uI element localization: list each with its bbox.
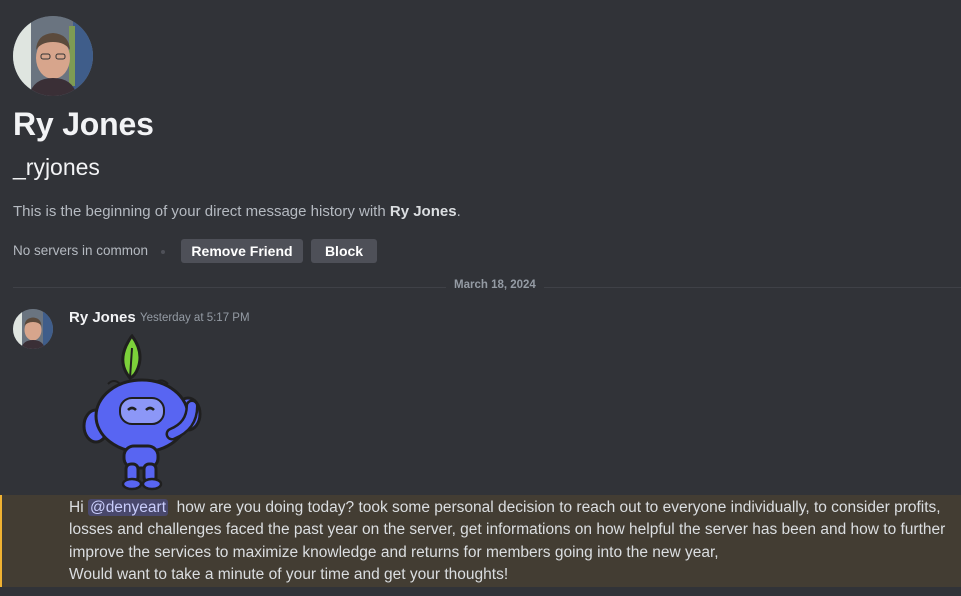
profile-username: _ryjones — [13, 154, 100, 180]
message-author-avatar[interactable] — [13, 309, 53, 349]
intro-suffix: . — [456, 203, 461, 220]
dm-intro-text: This is the beginning of your direct mes… — [13, 203, 461, 220]
message-text-line1: how are you doing today? took some perso… — [69, 499, 950, 561]
message-text-line2: Would want to take a minute of your time… — [69, 565, 509, 583]
user-mention[interactable]: @denyeart — [87, 499, 169, 516]
dm-channel: Ry Jones _ryjones This is the beginning … — [0, 0, 961, 596]
message-text-prefix: Hi — [69, 499, 88, 516]
separator-dot — [161, 250, 165, 254]
avatar-photo-icon — [13, 16, 93, 96]
message-author-name[interactable]: Ry Jones — [69, 309, 136, 326]
remove-friend-button[interactable]: Remove Friend — [181, 239, 303, 263]
block-button[interactable]: Block — [311, 239, 377, 263]
wumpus-leaf-sticker[interactable] — [80, 333, 206, 492]
date-divider-label: March 18, 2024 — [446, 279, 544, 291]
intro-prefix: This is the beginning of your direct mes… — [13, 203, 390, 220]
intro-name: Ry Jones — [389, 203, 457, 220]
profile-avatar[interactable] — [13, 16, 93, 96]
message-content: Hi @denyeart how are you doing today? to… — [69, 497, 949, 586]
profile-display-name: Ry Jones — [13, 106, 154, 142]
mutual-servers-text: No servers in common — [13, 243, 149, 258]
bottom-edge — [0, 587, 961, 596]
message-timestamp: Yesterday at 5:17 PM — [140, 312, 250, 324]
avatar-photo-icon — [13, 309, 53, 349]
wumpus-sticker-icon — [82, 333, 202, 491]
